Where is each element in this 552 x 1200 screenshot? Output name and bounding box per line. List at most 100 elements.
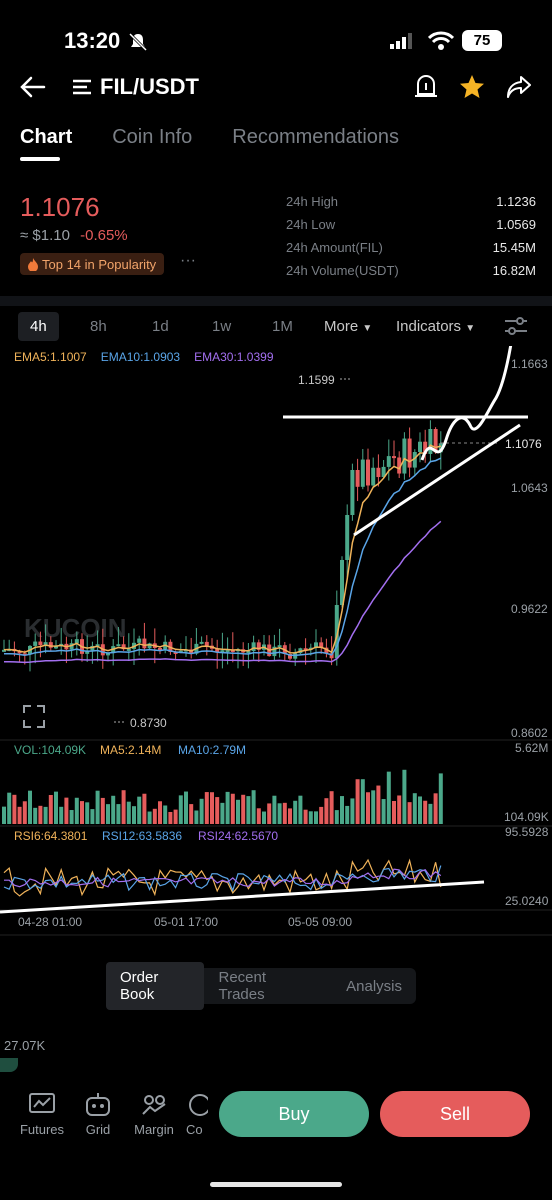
chart-settings-icon[interactable] [504, 317, 528, 335]
tab-analysis[interactable]: Analysis [332, 971, 416, 1002]
candle-body [360, 459, 365, 487]
volume-bar [314, 811, 318, 824]
nav-futures[interactable]: Futures [12, 1092, 72, 1137]
depth-volume-label: 27.07K [4, 1038, 46, 1053]
price-alert-icon[interactable] [414, 74, 438, 100]
buy-button[interactable]: Buy [219, 1091, 369, 1137]
nav-label: Margin [134, 1122, 174, 1137]
back-arrow-icon[interactable] [20, 76, 46, 98]
interval-1d[interactable]: 1d [152, 318, 169, 335]
stats-panel: 24h High 1.1236 24h Low 1.0569 24h Amount(… [286, 190, 536, 282]
copy-icon [189, 1094, 208, 1116]
volume-bar [418, 796, 422, 824]
volume-bar [137, 796, 142, 824]
tab-coin-info[interactable]: Coin Info [112, 126, 192, 149]
fire-icon [28, 257, 38, 271]
favorite-star-icon[interactable] [459, 74, 485, 100]
volume-bar [251, 790, 256, 824]
sell-button[interactable]: Sell [380, 1091, 530, 1137]
nav-copy[interactable]: Co [172, 1092, 208, 1137]
stat-value: 1.1236 [496, 194, 536, 209]
interval-bar: 4h 8h 1d 1w 1M More ▼ Indicators ▼ [0, 306, 552, 346]
volume-bar [12, 794, 17, 824]
volume-bar [272, 795, 277, 824]
candle-body [204, 641, 209, 646]
x-tick: 05-05 09:00 [288, 915, 352, 929]
volume-bar [210, 792, 214, 824]
more-options-button[interactable]: ··· [180, 252, 196, 270]
volume-bar [184, 791, 188, 824]
interval-1w[interactable]: 1w [212, 318, 231, 335]
kucoin-watermark: KUCOIN [24, 613, 127, 643]
volume-bar [168, 811, 173, 824]
tab-recent-trades[interactable]: Recent Trades [204, 962, 322, 1010]
interval-8h[interactable]: 8h [90, 318, 107, 335]
volume-bar [54, 791, 58, 824]
top-tabs: Chart Coin Info Recommendations [20, 126, 399, 161]
candle-body [116, 644, 121, 647]
ma10-label: MA10:2.79M [178, 743, 246, 757]
volume-bar [282, 802, 287, 824]
battery-indicator: 75 [462, 30, 502, 51]
tab-recommendations[interactable]: Recommendations [232, 126, 399, 149]
candle-body [38, 641, 43, 646]
volume-bar [90, 809, 95, 824]
volume-bar [142, 793, 147, 824]
volume-bar [220, 802, 225, 824]
y-tick: 1.0643 [511, 481, 548, 495]
volume-bar [324, 798, 329, 824]
share-icon[interactable] [506, 75, 532, 99]
volume-bar [121, 790, 126, 824]
grid-bot-icon [86, 1093, 110, 1116]
stat-label: 24h Amount(FIL) [286, 240, 383, 255]
candle-body [345, 515, 350, 560]
volume-bar [230, 793, 235, 824]
fullscreen-icon[interactable] [23, 705, 45, 728]
tab-chart[interactable]: Chart [20, 126, 72, 161]
interval-4h[interactable]: 4h [18, 311, 59, 341]
low-mark-label: 0.8730 [130, 716, 167, 730]
volume-bar [100, 797, 105, 824]
stat-label: 24h High [286, 194, 339, 209]
popularity-text: Top 14 in Popularity [42, 256, 157, 272]
rsi-trendline [0, 880, 485, 914]
candle-body [402, 438, 407, 474]
pair-selector[interactable]: FIL/USDT [72, 74, 199, 100]
stat-24h-low: 24h Low 1.0569 [286, 213, 536, 236]
candle-body [355, 470, 360, 487]
volume-bar [33, 807, 38, 824]
volume-bar [397, 795, 402, 824]
volume-bar [308, 811, 313, 824]
volume-bar [48, 794, 53, 824]
volume-bar [199, 798, 204, 824]
orderbook-tabs: Order Book Recent Trades Analysis [106, 962, 416, 1010]
more-intervals-dropdown[interactable]: More ▼ [324, 318, 372, 335]
tab-order-book[interactable]: Order Book [106, 962, 205, 1010]
volume-bar [438, 773, 443, 824]
popularity-badge[interactable]: Top 14 in Popularity [20, 253, 165, 275]
rsi24-label: RSI24:62.5670 [198, 829, 278, 843]
x-tick: 05-01 17:00 [154, 915, 218, 929]
volume-bar [319, 806, 324, 824]
volume-bar [147, 811, 152, 824]
candle-body [126, 648, 131, 651]
volume-bar [163, 805, 168, 824]
rsi6-line [3, 858, 442, 897]
volume-bar [345, 805, 350, 824]
last-price: 1.1076 [20, 192, 100, 222]
stat-24h-amount: 24h Amount(FIL) 15.45M [286, 236, 536, 259]
volume-bar [366, 792, 370, 824]
volume-bar [407, 802, 412, 824]
indicators-dropdown[interactable]: Indicators ▼ [396, 318, 475, 335]
nav-grid[interactable]: Grid [68, 1092, 128, 1137]
interval-1m[interactable]: 1M [272, 318, 293, 335]
status-time: 13:20 [64, 28, 121, 53]
nav-label: Futures [19, 1122, 65, 1137]
candle-body [392, 456, 396, 459]
volume-bar [423, 800, 428, 824]
candlestick-chart[interactable]: KUCOIN 1.1599 0.8730 1.1663 1.1076 1.064… [0, 346, 552, 936]
vol-top-tick: 5.62M [515, 741, 548, 755]
volume-bar [74, 797, 79, 824]
menu-lines-icon [73, 79, 91, 95]
rsi-lines [3, 858, 442, 897]
